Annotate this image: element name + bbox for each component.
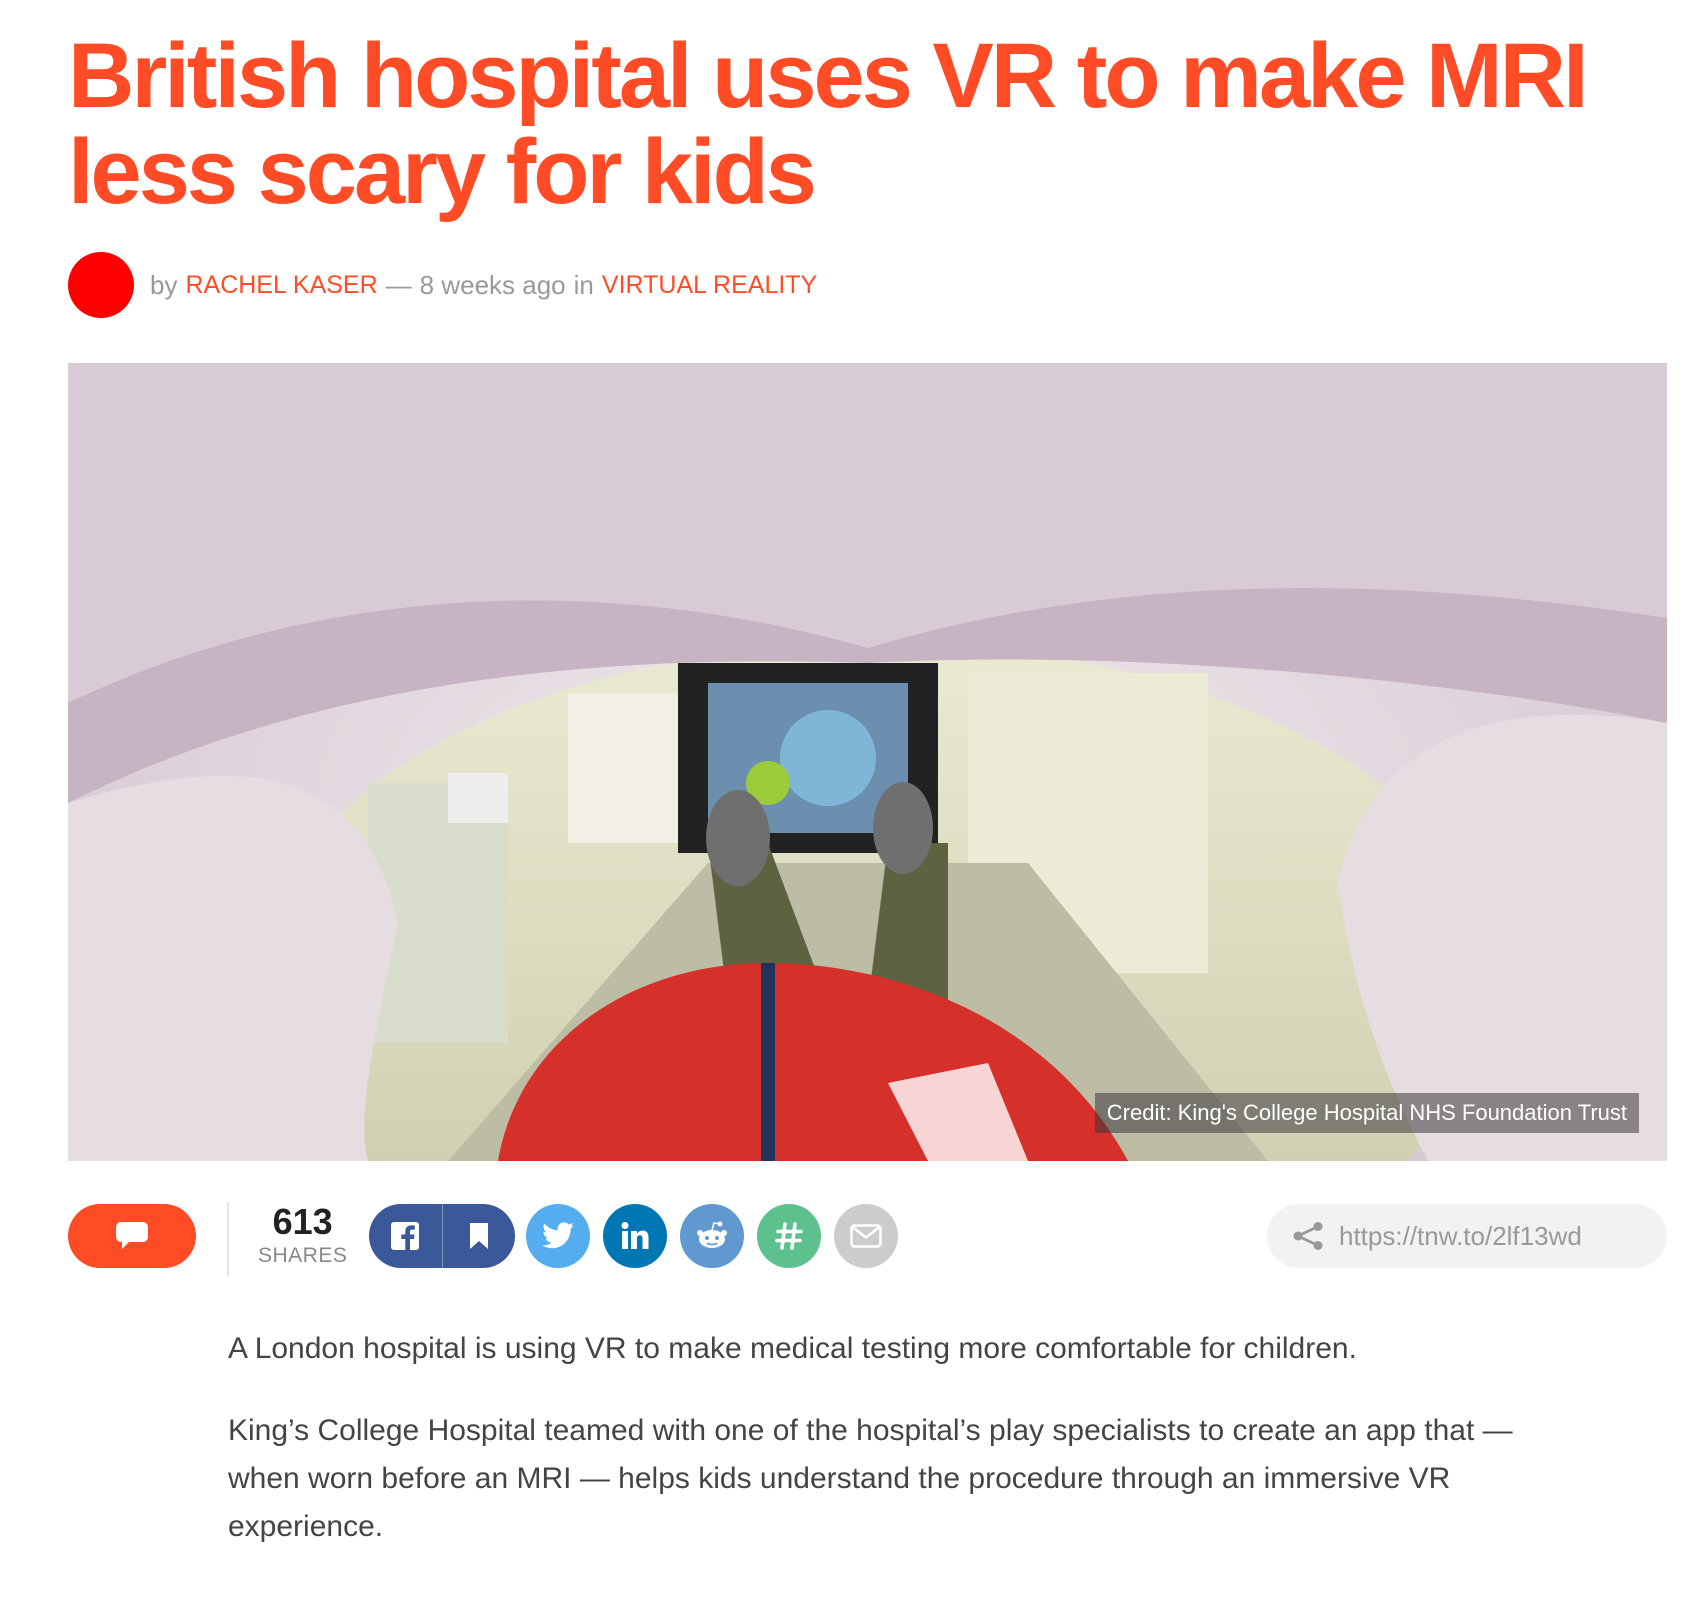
article-title: British hospital uses VR to make MRI les… [68, 25, 1589, 223]
linkedin-icon [621, 1222, 649, 1249]
share-count-number: 613 [272, 1201, 333, 1242]
comment-icon [116, 1222, 148, 1249]
comment-button[interactable] [68, 1204, 196, 1268]
twitter-share-button[interactable] [526, 1204, 590, 1268]
author-link[interactable]: RACHEL KASER [185, 271, 377, 300]
mri-scanner-photo [68, 363, 1667, 1161]
bookmark-button[interactable] [443, 1204, 516, 1268]
bookmark-icon [469, 1223, 488, 1249]
facebook-share-group [369, 1204, 515, 1268]
publish-time: 8 weeks ago [419, 269, 566, 300]
twitter-icon [542, 1222, 574, 1249]
share-divider [227, 1202, 229, 1276]
share-bar: 613 SHARES https://tnw.to/2lf13wd [68, 1202, 1667, 1276]
category-link[interactable]: VIRTUAL REALITY [602, 271, 817, 300]
article-paragraph: King’s College Hospital teamed with one … [228, 1414, 1513, 1543]
byline-in: in [573, 269, 594, 300]
image-credit: Credit: King's College Hospital NHS Foun… [1094, 1093, 1639, 1133]
reddit-share-button[interactable] [680, 1204, 744, 1268]
share-count-label: SHARES [258, 1244, 348, 1267]
email-share-button[interactable] [834, 1204, 898, 1268]
short-url-text[interactable]: https://tnw.to/2lf13wd [1339, 1221, 1582, 1252]
article-paragraph: A London hospital is using VR to make me… [228, 1332, 1357, 1365]
facebook-icon [391, 1222, 420, 1250]
byline: by RACHEL KASER — 8 weeks ago in VIRTUAL… [68, 252, 817, 318]
byline-dash: — [385, 269, 412, 300]
hashtag-share-button[interactable] [757, 1204, 821, 1268]
share-icon [1293, 1222, 1323, 1250]
linkedin-share-button[interactable] [603, 1204, 667, 1268]
facebook-share-button[interactable] [369, 1204, 442, 1268]
short-url-field[interactable]: https://tnw.to/2lf13wd [1267, 1204, 1667, 1268]
article-body: A London hospital is using VR to make me… [228, 1325, 1528, 1585]
byline-prefix: by [150, 269, 178, 300]
hero-image: Credit: King's College Hospital NHS Foun… [68, 363, 1667, 1161]
hashtag-icon [775, 1222, 803, 1250]
email-icon [850, 1224, 882, 1248]
reddit-icon [697, 1221, 727, 1248]
author-avatar[interactable] [68, 252, 134, 318]
share-count: 613 SHARES [258, 1202, 347, 1268]
